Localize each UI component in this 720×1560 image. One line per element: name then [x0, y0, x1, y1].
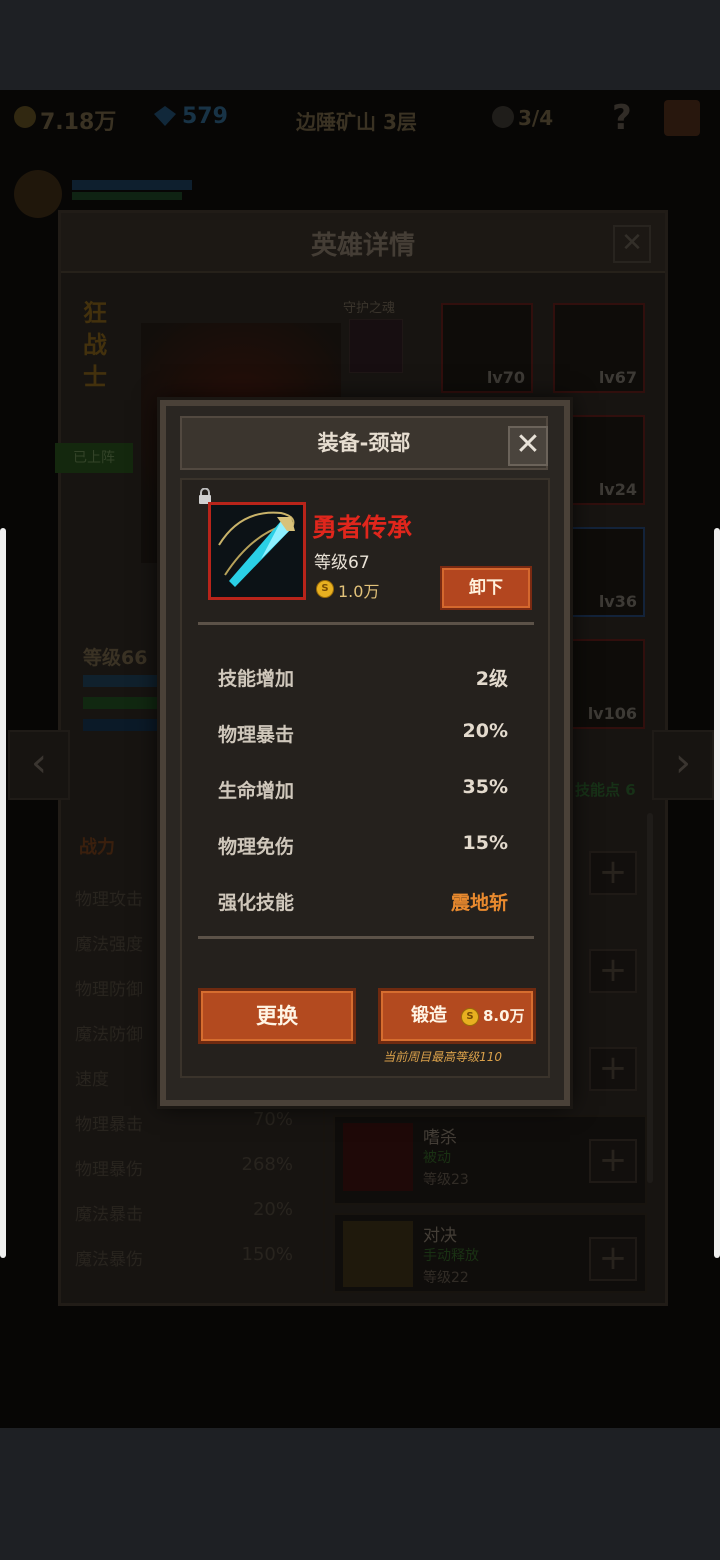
- status-bar-area: [0, 0, 720, 90]
- divider: [198, 936, 534, 939]
- pendant-icon: [211, 505, 303, 597]
- item-level: 等级67: [314, 553, 370, 573]
- gold-coin-icon: S: [316, 580, 334, 598]
- attribute-value: 2级: [475, 668, 508, 690]
- max-level-note: 当前周目最高等级110: [383, 1050, 502, 1064]
- unequip-button[interactable]: 卸下: [440, 566, 532, 610]
- attribute-name: 技能增加: [218, 668, 295, 690]
- forge-label: 锻造: [411, 1005, 447, 1026]
- equipment-dialog: 装备-颈部 ✕ 勇者传承 等级67 S 1.0万 卸下 技能增加 2级 物理暴击…: [160, 400, 570, 1106]
- close-icon[interactable]: ✕: [508, 426, 548, 466]
- right-edge-indicator: [714, 528, 720, 1258]
- attribute-value: 15%: [462, 832, 508, 854]
- attribute-value: 35%: [462, 776, 508, 798]
- item-name: 勇者传承: [312, 513, 413, 542]
- forge-button[interactable]: 锻造 S 8.0万: [378, 988, 536, 1044]
- attribute-name: 生命增加: [218, 780, 295, 802]
- left-edge-indicator: [0, 528, 6, 1258]
- game-viewport: 7.18万 579 边陲矿山 3层 3/4 ? 英雄详情 ✕ 狂战士 守护之魂 …: [0, 90, 720, 1428]
- attribute-value-skill[interactable]: 震地斩: [451, 888, 508, 915]
- replace-button[interactable]: 更换: [198, 988, 356, 1044]
- item-icon-frame[interactable]: [208, 502, 306, 600]
- gold-coin-icon: S: [461, 1008, 479, 1026]
- attribute-value: 20%: [462, 720, 508, 742]
- attribute-name: 物理暴击: [218, 724, 295, 746]
- dialog-body: 勇者传承 等级67 S 1.0万 卸下 技能增加 2级 物理暴击 20% 生命增…: [180, 478, 550, 1078]
- dialog-header: 装备-颈部 ✕: [180, 416, 548, 470]
- divider: [198, 622, 534, 625]
- forge-cost: 8.0万: [483, 1007, 525, 1025]
- navigation-bar-area: [0, 1428, 720, 1560]
- dialog-title: 装备-颈部: [317, 431, 411, 455]
- attribute-name: 物理免伤: [218, 836, 295, 858]
- attribute-name: 强化技能: [218, 892, 295, 914]
- item-price: 1.0万: [338, 582, 380, 601]
